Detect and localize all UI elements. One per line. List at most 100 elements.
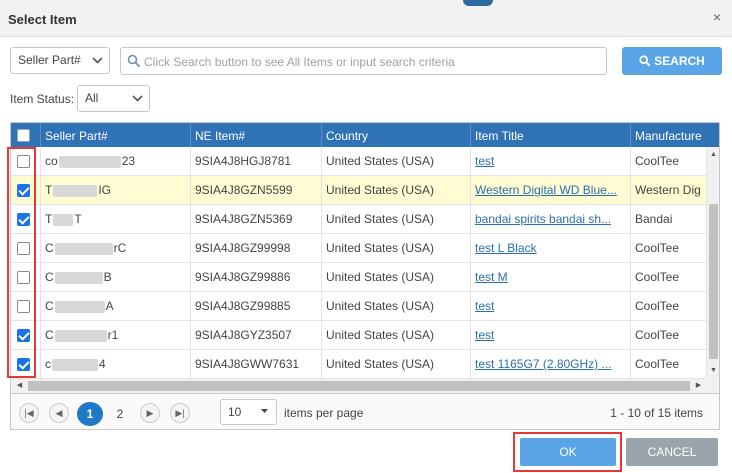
country-cell: United States (USA): [322, 292, 471, 321]
search-icon: [639, 55, 651, 67]
row-checkbox-cell: [11, 176, 41, 205]
row-checkbox[interactable]: [17, 271, 30, 284]
seller-part-suffix: T: [74, 212, 82, 226]
row-checkbox[interactable]: [17, 300, 30, 313]
table-row[interactable]: Cr1 9SIA4J8GYZ3507 United States (USA) test…: [11, 321, 707, 350]
col-item-title[interactable]: Item Title: [471, 123, 631, 147]
table-row[interactable]: T IG 9SIA4J8GZN5599 United States (USA) West…: [11, 176, 707, 205]
first-page-icon[interactable]: |◀: [19, 403, 39, 423]
close-icon[interactable]: ×: [710, 10, 724, 24]
item-title-cell: test 1165G7 (2.80GHz) ...: [471, 350, 631, 379]
col-ne-item[interactable]: NE Item#: [191, 123, 322, 147]
manufacturer-cell: CoolTee: [631, 263, 707, 292]
seller-part-suffix: r1: [107, 328, 119, 342]
item-status-value: All: [85, 91, 99, 105]
chevron-down-icon: [132, 95, 143, 102]
select-all-checkbox[interactable]: [17, 129, 30, 142]
table-row[interactable]: T T 9SIA4J8GZN5369 United States (USA) banda…: [11, 205, 707, 234]
country-cell: United States (USA): [322, 205, 471, 234]
redacted-text: [58, 155, 121, 168]
next-page-icon[interactable]: ▶: [140, 403, 160, 423]
dialog-title: Select Item: [8, 12, 77, 27]
ne-item-cell: 9SIA4J8GZN5599: [191, 176, 322, 205]
page-number-2[interactable]: 2: [107, 402, 133, 426]
ok-button[interactable]: OK: [520, 438, 616, 466]
search-input[interactable]: Click Search button to see All Items or …: [120, 47, 607, 75]
row-checkbox[interactable]: [17, 242, 30, 255]
redacted-text: [53, 213, 74, 226]
item-title-cell: bandai spirits bandai sh...: [471, 205, 631, 234]
seller-part-cell: co 23: [41, 147, 191, 176]
table-row[interactable]: C B 9SIA4J8GZ99886 United States (USA) test …: [11, 263, 707, 292]
scroll-left-icon[interactable]: ◀: [13, 379, 26, 393]
seller-part-cell: c4: [41, 350, 191, 379]
table-row[interactable]: co 23 9SIA4J8HGJ8781 United States (USA) tes…: [11, 147, 707, 176]
row-checkbox-cell: [11, 350, 41, 379]
ne-item-cell: 9SIA4J8GZ99998: [191, 234, 322, 263]
search-icon: [127, 54, 141, 68]
item-title-link[interactable]: test: [475, 154, 494, 168]
row-checkbox[interactable]: [17, 329, 30, 342]
ne-item-cell: 9SIA4J8GZ99885: [191, 292, 322, 321]
per-page-select[interactable]: 10: [220, 399, 277, 425]
item-title-link[interactable]: Western Digital WD Blue...: [475, 183, 617, 197]
row-checkbox[interactable]: [17, 155, 30, 168]
redacted-text: [54, 329, 107, 342]
seller-part-cell: CA: [41, 292, 191, 321]
table-row[interactable]: CrC 9SIA4J8GZ99998 United States (USA) test…: [11, 234, 707, 263]
page-number-1[interactable]: 1: [77, 402, 103, 426]
manufacturer-cell: CoolTee: [631, 350, 707, 379]
row-checkbox-cell: [11, 292, 41, 321]
seller-part-cell: TT: [41, 205, 191, 234]
item-title-link[interactable]: test M: [475, 270, 508, 284]
seller-part-suffix: IG: [98, 183, 112, 197]
item-title-cell: Western Digital WD Blue...: [471, 176, 631, 205]
item-title-cell: test: [471, 147, 631, 176]
col-seller-part[interactable]: Seller Part#: [41, 123, 191, 147]
pager: |◀ ◀ 1 2 ▶ ▶| 10 items per page 1 - 10 o…: [10, 394, 720, 430]
country-cell: United States (USA): [322, 147, 471, 176]
horizontal-scrollbar[interactable]: ◀ ▶: [11, 379, 707, 393]
vertical-scrollbar[interactable]: ▲ ▼: [707, 147, 719, 379]
chevron-down-icon: [92, 57, 103, 64]
col-country[interactable]: Country: [322, 123, 471, 147]
item-title-link[interactable]: bandai spirits bandai sh...: [475, 212, 611, 226]
scroll-right-icon[interactable]: ▶: [692, 379, 705, 393]
search-field-select[interactable]: Seller Part#: [10, 47, 110, 74]
item-title-link[interactable]: test: [475, 328, 494, 342]
scroll-down-icon[interactable]: ▼: [707, 365, 719, 377]
row-checkbox[interactable]: [17, 184, 30, 197]
page-info: 1 - 10 of 15 items: [610, 406, 703, 420]
col-manufacturer[interactable]: Manufacture: [631, 123, 719, 147]
country-cell: United States (USA): [322, 350, 471, 379]
search-button[interactable]: SEARCH: [622, 47, 722, 75]
per-page-label: items per page: [284, 406, 364, 420]
country-cell: United States (USA): [322, 321, 471, 350]
horizontal-scroll-thumb[interactable]: [28, 381, 690, 391]
row-checkbox-cell: [11, 147, 41, 176]
prev-page-icon[interactable]: ◀: [49, 403, 69, 423]
cancel-button[interactable]: CANCEL: [626, 438, 718, 466]
seller-part-cell: CB: [41, 263, 191, 292]
seller-part-suffix: 4: [99, 357, 106, 371]
item-title-link[interactable]: test: [475, 299, 494, 313]
last-page-icon[interactable]: ▶|: [170, 403, 190, 423]
ne-item-cell: 9SIA4J8GZ99886: [191, 263, 322, 292]
seller-part-prefix: co: [45, 154, 58, 168]
row-checkbox[interactable]: [17, 358, 30, 371]
seller-part-prefix: C: [45, 328, 54, 342]
item-status-select[interactable]: All: [77, 85, 150, 112]
item-title-cell: test: [471, 292, 631, 321]
caret-down-icon: [261, 409, 268, 413]
table-row[interactable]: C A 9SIA4J8GZ99885 United States (USA) test C…: [11, 292, 707, 321]
row-checkbox[interactable]: [17, 213, 30, 226]
seller-part-suffix: 23: [121, 154, 136, 168]
vertical-scroll-thumb[interactable]: [709, 204, 718, 359]
item-title-link[interactable]: test L Black: [475, 241, 537, 255]
select-all-cell: [11, 123, 41, 147]
table-row[interactable]: c 4 9SIA4J8GWW7631 United States (USA) test …: [11, 350, 707, 379]
manufacturer-cell: CoolTee: [631, 321, 707, 350]
item-title-link[interactable]: test 1165G7 (2.80GHz) ...: [475, 357, 612, 371]
scroll-up-icon[interactable]: ▲: [707, 149, 719, 161]
manufacturer-cell: CoolTee: [631, 147, 707, 176]
